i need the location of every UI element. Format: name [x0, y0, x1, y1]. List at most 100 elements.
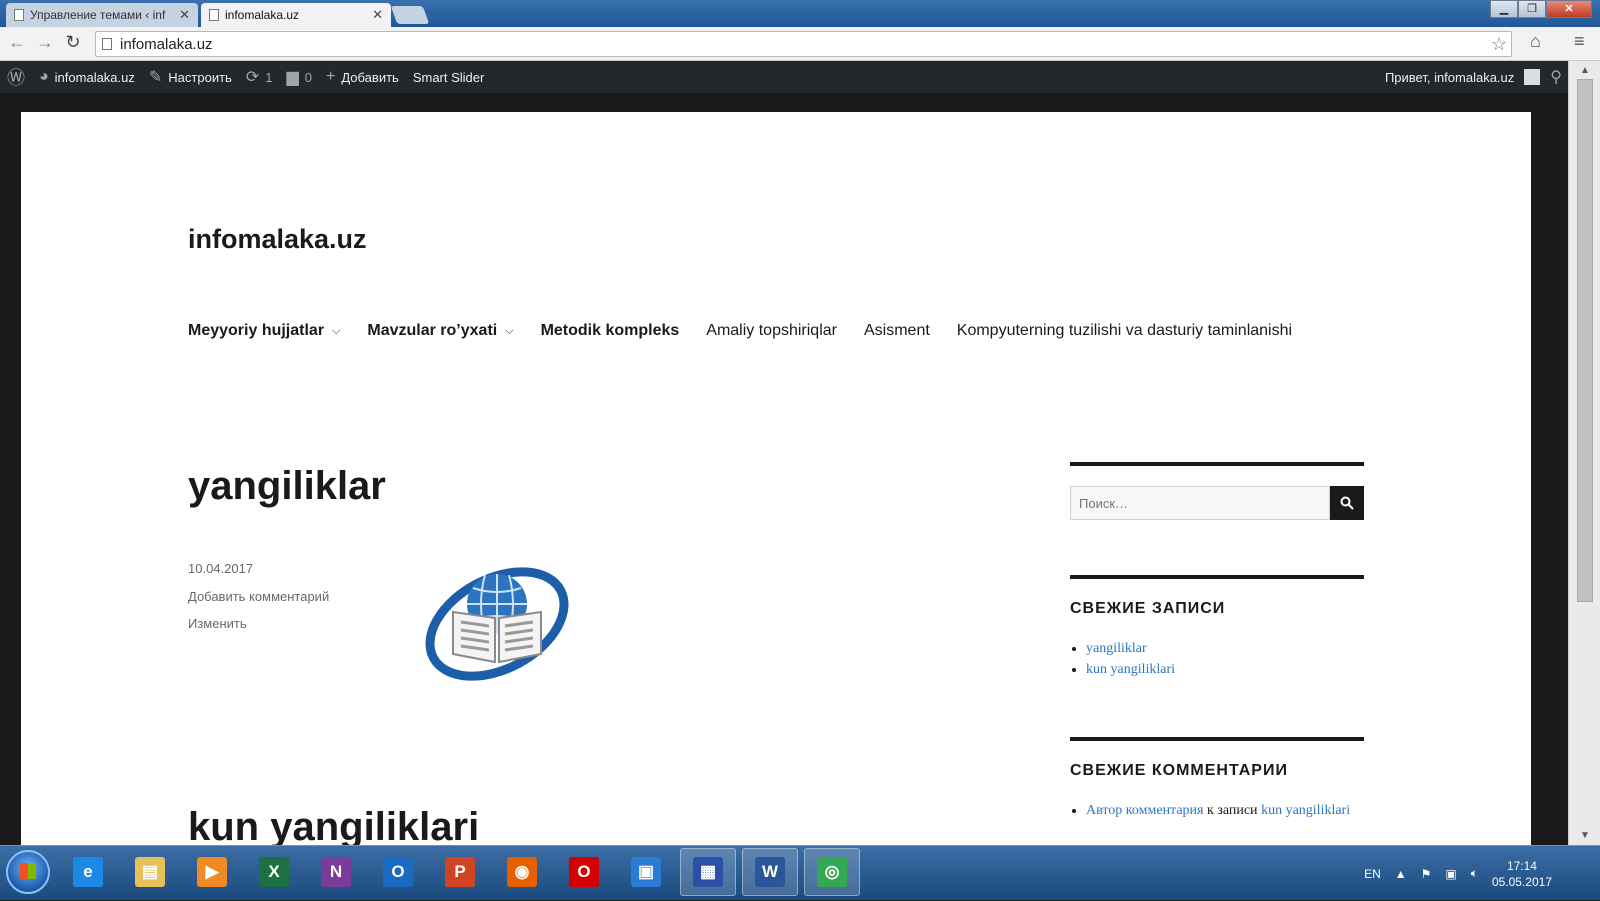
internet-explorer-icon: e — [73, 857, 103, 887]
media-player-icon: ▶ — [197, 857, 227, 887]
site-title[interactable]: infomalaka.uz — [188, 224, 367, 255]
forward-icon[interactable]: → — [34, 32, 56, 53]
browser-tab-infomalaka[interactable]: infomalaka.uz ✕ — [201, 3, 391, 27]
site-container: infomalaka.uz Meyyoriy hujjatlar ⌵ Mavzu… — [21, 112, 1531, 845]
wp-admin-bar: Ⓦ ◕ infomalaka.uz ✎ Настроить ⟳ 1 ▆ 0 + … — [0, 61, 1568, 93]
account-greeting[interactable]: Привет, infomalaka.uz — [1385, 70, 1514, 85]
taskbar-app-button[interactable]: ▦ — [680, 848, 736, 896]
presentation-icon: ▣ — [631, 857, 661, 887]
nav-item-amaliy-topshiriqlar[interactable]: Amaliy topshiriqlar — [706, 322, 837, 340]
volume-icon[interactable]: 🔈︎ — [1471, 866, 1478, 881]
list-item: kun yangiliklari — [1086, 659, 1364, 680]
taskbar-app-button[interactable]: ▤ — [122, 848, 178, 896]
clock[interactable]: 17:14 05.05.2017 — [1492, 858, 1552, 890]
edit-post-link[interactable]: Изменить — [188, 610, 329, 638]
post-date[interactable]: 10.04.2017 — [188, 555, 329, 583]
search-icon[interactable]: ⚲ — [1550, 67, 1562, 87]
taskbar-app-button[interactable]: N — [308, 848, 364, 896]
smart-slider-label: Smart Slider — [412, 69, 485, 85]
close-icon[interactable]: ✕ — [179, 7, 190, 23]
page-icon — [102, 38, 112, 50]
scrollbar-thumb[interactable] — [1577, 79, 1593, 602]
menu-icon[interactable]: ≡ — [1574, 31, 1585, 52]
start-button[interactable] — [6, 850, 50, 894]
add-new-button[interactable]: + Добавить — [319, 61, 406, 93]
list-item: yangiliklar — [1086, 638, 1364, 659]
next-post-title[interactable]: kun yangiliklari — [188, 805, 479, 845]
taskbar-app-button[interactable]: ◎ — [804, 848, 860, 896]
page-scrollbar[interactable]: ▲ ▼ — [1568, 61, 1600, 845]
firefox-icon: ◉ — [507, 857, 537, 887]
taskbar-app-button[interactable]: e — [60, 848, 116, 896]
tab-title: infomalaka.uz — [225, 8, 300, 22]
nav-item-metodik-kompleks[interactable]: Metodik kompleks — [541, 322, 680, 340]
taskbar-app-button[interactable]: O — [370, 848, 426, 896]
post-title[interactable]: yangiliklar — [188, 464, 386, 509]
network-icon[interactable]: ▣ — [1445, 867, 1456, 881]
smart-slider-button[interactable]: Smart Slider — [406, 61, 492, 93]
restore-button[interactable]: ❐ — [1518, 0, 1546, 18]
nav-item-kompyuterning-tuzilishi[interactable]: Kompyuterning tuzilishi va dasturiy tami… — [957, 322, 1292, 340]
comment-post-link[interactable]: kun yangiliklari — [1261, 803, 1350, 818]
recent-posts-title: СВЕЖИЕ ЗАПИСИ — [1070, 600, 1226, 617]
address-bar[interactable]: infomalaka.uz ☆ — [95, 31, 1512, 57]
add-comment-link[interactable]: Добавить комментарий — [188, 583, 329, 611]
excel-icon: X — [259, 857, 289, 887]
show-hidden-icons[interactable]: ▲ — [1395, 867, 1407, 881]
search-form — [1070, 486, 1364, 520]
page-icon — [14, 9, 24, 21]
back-icon[interactable]: ← — [6, 32, 28, 53]
reload-icon[interactable]: ↻ — [62, 32, 84, 53]
recent-posts-list: yangiliklar kun yangiliklari — [1070, 638, 1364, 680]
wordpress-logo-button[interactable]: Ⓦ — [0, 61, 32, 93]
taskbar-app-button[interactable]: ◉ — [494, 848, 550, 896]
updates-icon: ⟳ — [245, 69, 260, 86]
close-icon[interactable]: ✕ — [372, 7, 383, 23]
admin-site-name[interactable]: ◕ infomalaka.uz — [32, 61, 142, 93]
language-indicator[interactable]: EN — [1364, 867, 1381, 881]
search-submit-button[interactable] — [1330, 486, 1364, 520]
search-input[interactable] — [1070, 486, 1330, 520]
avatar[interactable] — [1524, 69, 1541, 85]
nav-item-mavzular-royxati[interactable]: Mavzular ro’yxati ⌵ — [367, 322, 513, 340]
browser-tab-themes[interactable]: Управление темами ‹ inf ✕ — [6, 3, 198, 27]
admin-bar-right: Привет, infomalaka.uz ⚲ — [1385, 61, 1562, 93]
minimize-button[interactable]: ▁ — [1490, 0, 1518, 18]
home-icon[interactable]: ⌂ — [1530, 31, 1541, 52]
nav-item-label: Mavzular ro’yxati — [367, 322, 498, 339]
dashboard-icon: ◕ — [39, 68, 49, 85]
nav-item-label: Asisment — [863, 322, 930, 339]
taskbar-app-button[interactable]: X — [246, 848, 302, 896]
explorer-icon: ▤ — [135, 857, 165, 887]
nav-item-meyyoriy-hujjatlar[interactable]: Meyyoriy hujjatlar ⌵ — [188, 322, 340, 340]
new-tab-button[interactable] — [390, 6, 430, 24]
nav-item-label: Kompyuterning tuzilishi va dasturiy tami… — [956, 322, 1293, 339]
taskbar-app-button[interactable]: P — [432, 848, 488, 896]
browser-toolbar: ← → ↻ infomalaka.uz ☆ ⌂ ≡ — [0, 27, 1600, 61]
scroll-up-icon[interactable]: ▲ — [1569, 65, 1600, 76]
scroll-down-icon[interactable]: ▼ — [1569, 830, 1600, 841]
outlook-icon: O — [383, 857, 413, 887]
admin-site-label: infomalaka.uz — [54, 69, 135, 85]
customize-button[interactable]: ✎ Настроить — [142, 61, 239, 93]
window-close-button[interactable]: ✕ — [1546, 0, 1592, 18]
taskbar-app-button[interactable]: W — [742, 848, 798, 896]
taskbar-app-button[interactable]: ▣ — [618, 848, 674, 896]
taskbar-app-button[interactable]: O — [556, 848, 612, 896]
taskbar-apps: e ▤ ▶ X N O P ◉ O ▣ ▦ W ◎ — [60, 848, 860, 896]
updates-count: 1 — [265, 69, 273, 85]
recent-post-link[interactable]: kun yangiliklari — [1086, 662, 1175, 677]
list-item: Автор комментария к записи kun yangilikl… — [1086, 800, 1364, 821]
comments-button[interactable]: ▆ 0 — [279, 61, 319, 93]
recent-post-link[interactable]: yangiliklar — [1086, 641, 1147, 656]
comment-author-link[interactable]: Автор комментария — [1086, 803, 1204, 818]
bookmark-star-icon[interactable]: ☆ — [1491, 34, 1507, 55]
nav-item-asisment[interactable]: Asisment — [864, 322, 930, 340]
window-controls: ▁ ❐ ✕ — [1490, 0, 1592, 18]
action-center-flag-icon[interactable]: ⚑ — [1421, 867, 1432, 881]
main-navigation: Meyyoriy hujjatlar ⌵ Mavzular ro’yxati ⌵… — [188, 322, 1292, 340]
taskbar-app-button[interactable]: ▶ — [184, 848, 240, 896]
save-disk-icon: ▦ — [693, 857, 723, 887]
wordpress-icon: Ⓦ — [7, 68, 25, 88]
updates-button[interactable]: ⟳ 1 — [239, 61, 280, 93]
